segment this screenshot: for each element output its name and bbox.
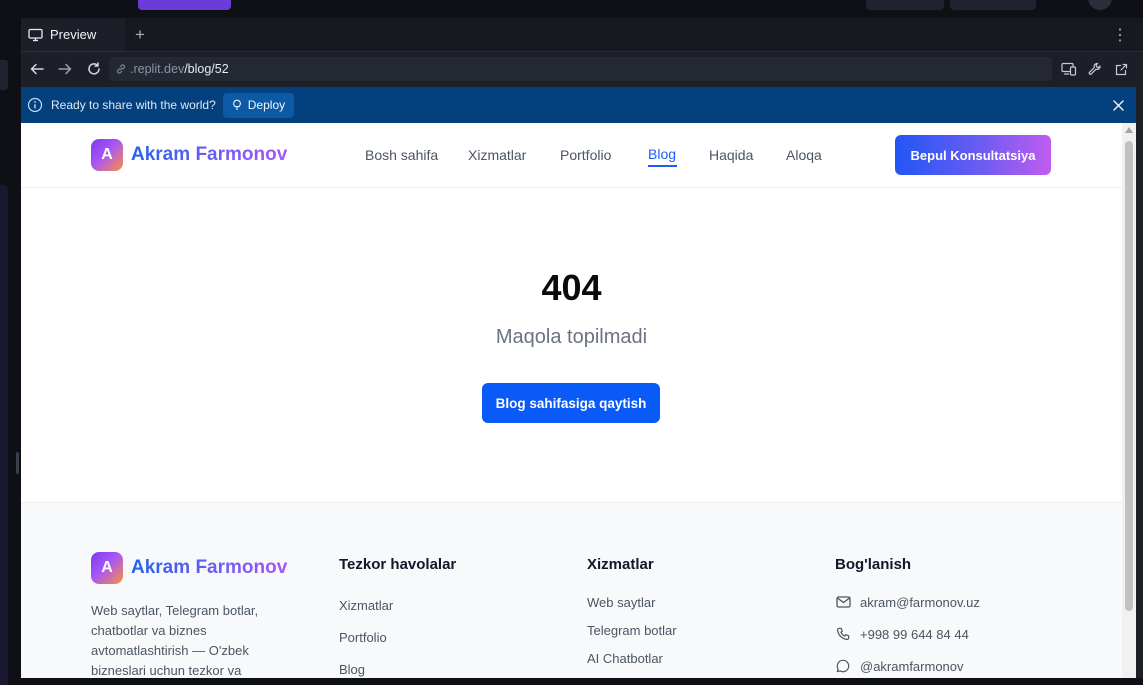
external-link-icon[interactable]	[1110, 59, 1132, 79]
back-arrow-icon[interactable]	[26, 59, 48, 79]
banner-text: Ready to share with the world?	[51, 98, 216, 112]
logo-last: Farmonov	[195, 144, 288, 165]
phone-icon	[835, 626, 851, 642]
workspace-control[interactable]	[950, 0, 1036, 10]
close-icon[interactable]	[1108, 95, 1128, 115]
logo-first: Akram	[131, 557, 191, 578]
wrench-icon[interactable]	[1084, 59, 1106, 79]
url-path: /blog/52	[184, 62, 229, 76]
nav-haqida[interactable]: Haqida	[709, 147, 753, 163]
tab-preview-label: Preview	[50, 27, 97, 42]
nav-active-underline	[648, 165, 677, 167]
deploy-icon	[231, 99, 243, 111]
logo-last: Farmonov	[195, 557, 288, 578]
footer-description: Web saytlar, Telegram botlar, chatbotlar…	[91, 603, 259, 678]
services-title: Xizmatlar	[587, 556, 654, 573]
left-panel-edge	[0, 60, 8, 90]
contact-email[interactable]: akram@farmonov.uz	[835, 594, 980, 610]
contact-title: Bog'lanish	[835, 556, 912, 573]
footer-link-xizmatlar[interactable]: Xizmatlar	[339, 598, 393, 613]
panel-resize-handle[interactable]	[16, 452, 19, 474]
scroll-up-arrow-icon[interactable]	[1125, 127, 1133, 133]
footer-link-portfolio[interactable]: Portfolio	[339, 630, 387, 645]
workspace-project-pill[interactable]	[138, 0, 231, 10]
reload-icon[interactable]	[83, 59, 105, 79]
footer-service-ai[interactable]: AI Chatbotlar	[587, 651, 663, 666]
nav-blog[interactable]: Blog	[648, 146, 676, 162]
url-input[interactable]: .replit.dev/blog/52	[109, 57, 1052, 81]
logo-badge: A	[91, 552, 123, 584]
link-icon	[115, 63, 127, 75]
more-vertical-icon[interactable]: ⋮	[1108, 24, 1132, 46]
back-to-blog-button[interactable]: Blog sahifasiga qaytish	[482, 383, 660, 423]
chat-bubble-icon	[835, 658, 851, 674]
nav-portfolio[interactable]: Portfolio	[560, 147, 611, 163]
logo-first: Akram	[131, 144, 191, 165]
site-logo[interactable]: A Akram Farmonov	[91, 139, 287, 171]
footer-logo[interactable]: A Akram Farmonov	[91, 552, 287, 584]
error-code: 404	[541, 267, 602, 308]
contact-phone-text: +998 99 644 84 44	[860, 626, 969, 642]
scrollbar-thumb[interactable]	[1125, 141, 1133, 611]
error-message: Maqola topilmadi	[495, 326, 648, 348]
url-host: .replit.dev	[130, 62, 185, 76]
nav-aloqa[interactable]: Aloqa	[786, 147, 822, 163]
monitor-icon	[28, 28, 43, 42]
tab-preview[interactable]: Preview	[21, 18, 125, 51]
consultation-button[interactable]: Bepul Konsultatsiya	[895, 135, 1051, 175]
left-panel-edge	[0, 185, 8, 685]
contact-email-text: akram@farmonov.uz	[860, 594, 980, 610]
workspace-control[interactable]	[866, 0, 944, 10]
add-tab-icon[interactable]: +	[128, 24, 152, 46]
info-icon	[27, 97, 43, 113]
logo-text: Akram Farmonov	[131, 557, 287, 579]
contact-phone[interactable]: +998 99 644 84 44	[835, 626, 969, 642]
nav-xizmatlar[interactable]: Xizmatlar	[468, 147, 526, 163]
contact-telegram[interactable]: @akramfarmonov	[835, 658, 964, 674]
site-footer: A Akram Farmonov Web saytlar, Telegram b…	[21, 502, 1122, 678]
mail-icon	[835, 594, 851, 610]
logo-badge: A	[91, 139, 123, 171]
site-header: A Akram Farmonov Bosh sahifa Xizmatlar P…	[21, 123, 1122, 188]
footer-service-web[interactable]: Web saytlar	[587, 595, 655, 610]
contact-telegram-text: @akramfarmonov	[860, 658, 964, 674]
deploy-button[interactable]: Deploy	[222, 92, 295, 118]
deploy-banner: Ready to share with the world? Deploy	[21, 87, 1136, 123]
site-viewport: A Akram Farmonov Bosh sahifa Xizmatlar P…	[21, 123, 1122, 678]
preview-tabbar	[21, 18, 1143, 52]
deploy-button-label: Deploy	[247, 98, 286, 112]
quick-links-title: Tezkor havolalar	[339, 556, 457, 573]
logo-text: Akram Farmonov	[131, 144, 287, 166]
devices-icon[interactable]	[1058, 59, 1080, 79]
footer-service-telegram[interactable]: Telegram botlar	[587, 623, 677, 638]
forward-arrow-icon[interactable]	[54, 59, 76, 79]
footer-link-blog[interactable]: Blog	[339, 662, 365, 677]
nav-bosh-sahifa[interactable]: Bosh sahifa	[365, 147, 438, 163]
panel-right-gutter	[1136, 87, 1143, 678]
